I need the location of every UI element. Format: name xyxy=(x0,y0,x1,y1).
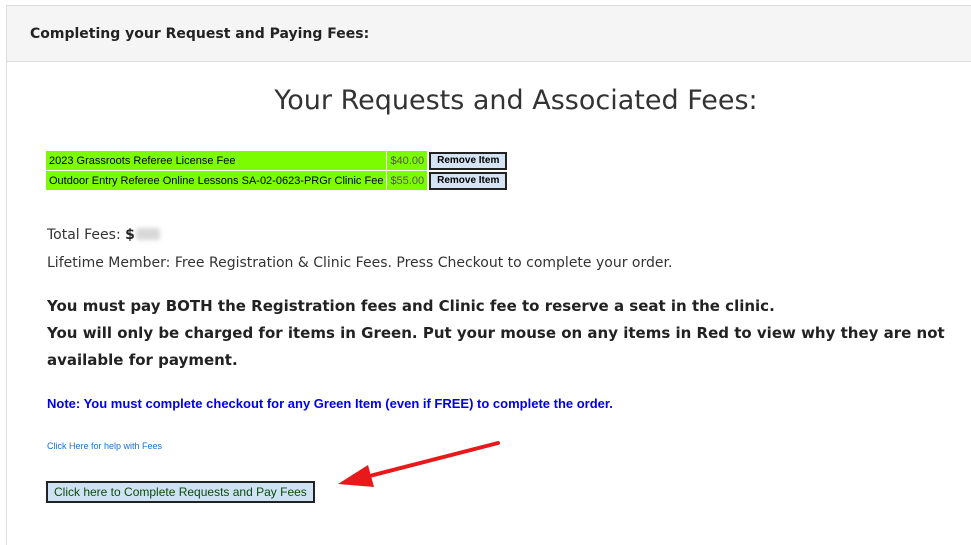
fee-amount: $40.00 xyxy=(387,151,428,170)
help-fees-link[interactable]: Click Here for help with Fees xyxy=(47,441,162,451)
page-title: Your Requests and Associated Fees: xyxy=(274,85,758,116)
warning-line: You will only be charged for items in Gr… xyxy=(47,324,945,369)
fees-table: 2023 Grassroots Referee License Fee $40.… xyxy=(45,150,509,191)
total-fees-currency: $ xyxy=(125,227,135,243)
redacted-total-value xyxy=(135,228,160,240)
fee-description: 2023 Grassroots Referee License Fee xyxy=(46,151,387,170)
remove-item-button[interactable]: Remove Item xyxy=(429,151,508,170)
fee-action-cell: Remove Item xyxy=(428,151,509,170)
fee-action-cell: Remove Item xyxy=(428,171,509,190)
red-arrow-icon xyxy=(338,441,500,487)
warning-line: You must pay BOTH the Registration fees … xyxy=(47,297,775,315)
checkout-note: Note: You must complete checkout for any… xyxy=(47,396,613,411)
fee-description: Outdoor Entry Referee Online Lessons SA-… xyxy=(46,171,387,190)
payment-warnings: You must pay BOTH the Registration fees … xyxy=(47,293,952,374)
checkout-button[interactable]: Click here to Complete Requests and Pay … xyxy=(46,481,315,503)
total-fees: Total Fees: $ xyxy=(47,227,160,243)
table-row: Outdoor Entry Referee Online Lessons SA-… xyxy=(46,171,509,190)
lifetime-member-text: Lifetime Member: Free Registration & Cli… xyxy=(47,255,673,271)
panel-heading: Completing your Request and Paying Fees: xyxy=(7,6,971,62)
table-row: 2023 Grassroots Referee License Fee $40.… xyxy=(46,151,509,170)
remove-item-button[interactable]: Remove Item xyxy=(429,171,508,190)
fee-amount: $55.00 xyxy=(387,171,428,190)
total-fees-label: Total Fees: xyxy=(47,227,121,243)
